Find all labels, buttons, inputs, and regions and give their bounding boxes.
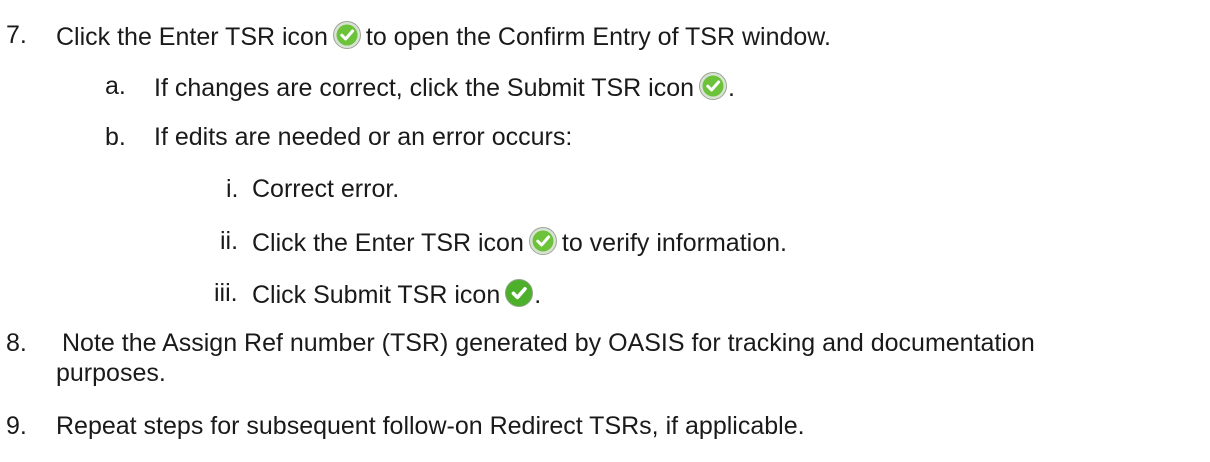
step-text: Repeat steps for subsequent follow-on Re… [56, 412, 805, 440]
step-text: If edits are needed or an error occurs: [154, 123, 573, 151]
step-text: Click Submit TSR icon . [252, 278, 541, 310]
step-text-after: . [534, 281, 542, 309]
step-text-line1: Note the Assign Ref number (TSR) generat… [62, 329, 1035, 357]
step-text: Correct error. [252, 175, 400, 203]
step-text-before: Click Submit TSR icon [252, 281, 501, 309]
enter-tsr-check-icon [332, 20, 362, 50]
step-text: Click the Enter TSR icon to open the Con… [56, 20, 831, 52]
step-text-after: to open the Confirm Entry of TSR window. [365, 23, 831, 51]
step-text-after: . [728, 74, 735, 102]
step-letter: a. [105, 72, 126, 100]
step-roman: iii. [214, 279, 238, 307]
step-text: Click the Enter TSR icon to verify infor… [252, 226, 787, 258]
step-text: If changes are correct, click the Submit… [154, 71, 735, 103]
step-text-line2: purposes. [56, 359, 166, 387]
step-roman: i. [226, 175, 239, 203]
step-letter: b. [105, 123, 126, 151]
step-number: 7. [6, 21, 27, 49]
step-text-before: If changes are correct, click the Submit… [154, 74, 695, 102]
step-text-before: Click the Enter TSR icon [56, 23, 328, 51]
submit-tsr-check-icon [698, 71, 728, 101]
enter-tsr-check-icon [528, 226, 558, 256]
step-text-after: to verify information. [561, 229, 787, 257]
step-number: 8. [6, 329, 27, 357]
submit-tsr-check-icon [504, 278, 534, 308]
step-text-before: Click the Enter TSR icon [252, 229, 524, 257]
step-roman: ii. [220, 227, 239, 255]
step-number: 9. [6, 412, 27, 440]
